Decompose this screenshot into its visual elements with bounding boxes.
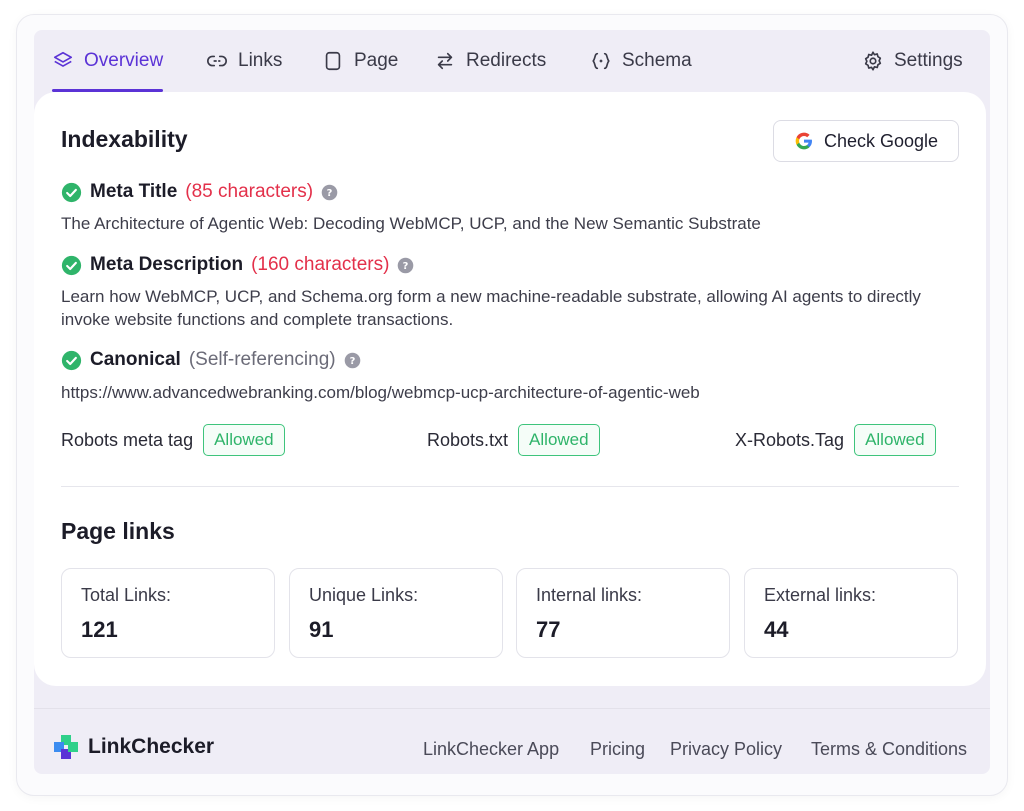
page-links-title: Page links <box>61 518 175 544</box>
tab-label: Settings <box>894 50 963 71</box>
check-google-button[interactable]: Check Google <box>773 120 959 162</box>
stat-label: Total Links: <box>81 585 172 605</box>
tab-label: Redirects <box>466 50 547 71</box>
canonical-note: (Self-referencing) <box>188 349 336 370</box>
page-icon <box>325 51 341 71</box>
meta-description-label: Meta Description <box>90 254 244 275</box>
stat-external-links: External links: 44 <box>744 568 958 658</box>
meta-description-value: Learn how WebMCP, UCP, and Schema.org fo… <box>61 287 921 329</box>
stat-value: 77 <box>536 617 561 642</box>
stat-internal-links: Internal links: 77 <box>516 568 730 658</box>
check-circle-icon <box>61 182 82 202</box>
robots-label: Robots.txt <box>427 429 509 450</box>
svg-text:?: ? <box>327 188 333 199</box>
stat-value: 44 <box>764 617 789 642</box>
meta-title-label: Meta Title <box>90 181 178 202</box>
meta-title-value: The Architecture of Agentic Web: Decodin… <box>61 214 761 233</box>
stat-unique-links: Unique Links: 91 <box>289 568 503 658</box>
stat-total-links: Total Links: 121 <box>61 568 275 658</box>
linkchecker-logo[interactable]: LinkChecker <box>52 733 214 761</box>
tab-bar: Overview Links Page Redirects Schema Set… <box>34 30 990 92</box>
tab-links[interactable]: Links <box>206 30 282 92</box>
status-badge: Allowed <box>203 424 285 456</box>
robots-txt: Robots.txt Allowed <box>427 424 600 456</box>
meta-title-header: Meta Title (85 characters) ? <box>61 181 338 203</box>
stat-value: 121 <box>81 617 118 642</box>
status-badge: Allowed <box>854 424 936 456</box>
robots-label: Robots meta tag <box>61 429 194 450</box>
help-icon[interactable]: ? <box>321 184 338 201</box>
footer: LinkChecker LinkChecker App Pricing Priv… <box>34 708 990 774</box>
brand-name: LinkChecker <box>88 735 215 758</box>
footer-link-app[interactable]: LinkChecker App <box>423 739 559 760</box>
tab-label: Overview <box>84 50 164 71</box>
tab-settings[interactable]: Settings <box>862 30 963 92</box>
stat-label: Unique Links: <box>309 585 419 605</box>
meta-description-header: Meta Description (160 characters) ? <box>61 254 414 276</box>
svg-text:?: ? <box>349 356 355 367</box>
layers-icon <box>53 51 73 67</box>
linkchecker-logo-icon <box>54 735 78 759</box>
stat-label: Internal links: <box>536 585 643 605</box>
tab-label: Links <box>238 50 283 71</box>
redirect-arrows-icon <box>437 52 453 70</box>
meta-title-count: (85 characters) <box>185 181 314 202</box>
indexability-title: Indexability <box>61 126 188 152</box>
footer-link-pricing[interactable]: Pricing <box>590 739 645 760</box>
svg-text:?: ? <box>403 261 409 272</box>
x-robots-tag: X-Robots.Tag Allowed <box>735 424 936 456</box>
section-divider <box>61 486 959 487</box>
gear-icon <box>864 51 882 71</box>
tab-label: Schema <box>622 50 692 71</box>
footer-link-privacy[interactable]: Privacy Policy <box>670 739 782 760</box>
help-icon[interactable]: ? <box>397 257 414 274</box>
overview-card: Indexability Check Google Meta Title (85… <box>34 92 986 686</box>
tab-label: Page <box>354 50 399 71</box>
check-google-label: Check Google <box>823 130 939 151</box>
footer-link-terms[interactable]: Terms & Conditions <box>811 739 967 760</box>
stat-label: External links: <box>764 585 877 605</box>
check-circle-icon <box>61 255 82 275</box>
status-badge: Allowed <box>518 424 600 456</box>
google-icon <box>795 132 812 150</box>
code-braces-icon <box>592 52 610 70</box>
link-icon <box>207 55 227 67</box>
robots-label: X-Robots.Tag <box>735 429 845 450</box>
tab-overview[interactable]: Overview <box>52 30 164 92</box>
robots-meta-tag: Robots meta tag Allowed <box>61 424 285 456</box>
tab-page[interactable]: Page <box>322 30 398 92</box>
canonical-header: Canonical (Self-referencing) ? <box>61 349 361 371</box>
tab-redirects[interactable]: Redirects <box>434 30 546 92</box>
tab-schema[interactable]: Schema <box>590 30 692 92</box>
canonical-url[interactable]: https://www.advancedwebranking.com/blog/… <box>61 381 961 404</box>
stat-value: 91 <box>309 617 334 642</box>
help-icon[interactable]: ? <box>344 352 361 369</box>
check-circle-icon <box>61 350 82 370</box>
canonical-label: Canonical <box>90 349 181 370</box>
meta-description-count: (160 characters) <box>251 254 390 275</box>
